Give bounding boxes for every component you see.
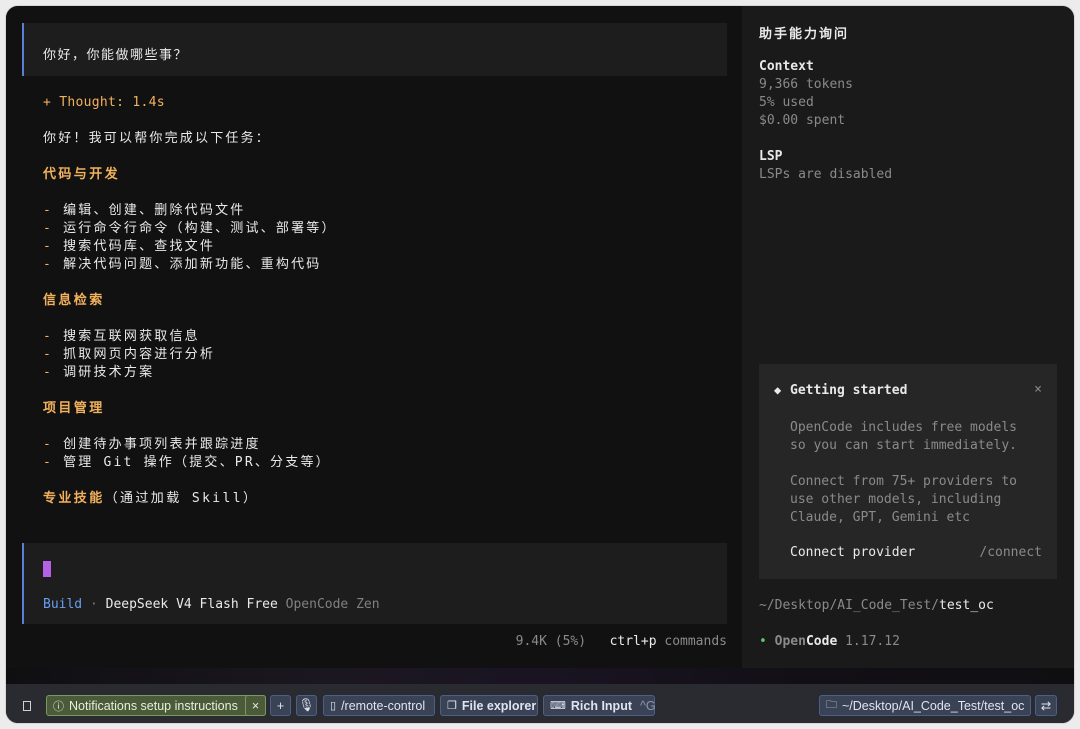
context-spent: $0.00 spent bbox=[759, 113, 846, 128]
connect-provider-button[interactable]: Connect provider bbox=[790, 545, 915, 560]
user-message: 你好，你能做哪些事？ bbox=[22, 23, 727, 76]
session-title: 助手能力询问 bbox=[759, 27, 850, 42]
background-strip bbox=[6, 668, 1074, 684]
list-item: - 搜索代码库、查找文件 bbox=[43, 239, 216, 254]
chat-panel: 你好，你能做哪些事？ + Thought: 1.4s 你好！我可以帮你完成以下任… bbox=[6, 6, 742, 668]
user-message-text: 你好，你能做哪些事？ bbox=[43, 48, 189, 63]
diamond-icon: ◆ bbox=[774, 383, 782, 397]
folder-icon: 🗀 bbox=[826, 699, 837, 711]
list-item: - 运行命令行命令（构建、测试、部署等） bbox=[43, 221, 337, 236]
bottom-toolbar: ⓘ Notifications setup instructions × + 🎙… bbox=[6, 684, 1074, 723]
notification-close-button[interactable]: × bbox=[245, 695, 266, 716]
token-usage: 9.4K (5%) bbox=[515, 634, 587, 649]
card-text: Claude, GPT, Gemini etc bbox=[790, 510, 971, 525]
status-line: 9.4K (5%) ctrl+p commands bbox=[516, 634, 727, 649]
card-text: Connect from 75+ providers to bbox=[790, 474, 1017, 489]
file-explorer-button[interactable]: ❐ File explorer bbox=[440, 695, 538, 716]
list-item: - 管理 Git 操作（提交、PR、分支等） bbox=[43, 455, 331, 470]
files-icon: ❐ bbox=[447, 700, 457, 712]
rich-input-button[interactable]: ⌨ Rich Input ^G bbox=[543, 695, 656, 716]
microphone-button[interactable]: 🎙 bbox=[296, 695, 317, 716]
close-icon[interactable]: × bbox=[1034, 382, 1042, 397]
card-text: use other models, including bbox=[790, 492, 1002, 507]
agent-mode[interactable]: Build bbox=[43, 597, 82, 612]
session-sidebar: 助手能力询问 Context 9,366 tokens 5% used $0.0… bbox=[742, 6, 1074, 668]
text-cursor bbox=[43, 561, 51, 577]
close-icon: × bbox=[251, 698, 260, 713]
remote-control-button[interactable]: ▯ /remote-control bbox=[323, 695, 435, 716]
list-item: - 解决代码问题、添加新功能、重构代码 bbox=[43, 257, 322, 272]
model-name[interactable]: DeepSeek V4 Flash Free bbox=[106, 597, 278, 612]
notifications-setup-button[interactable]: ⓘ Notifications setup instructions bbox=[46, 695, 266, 716]
context-used: 5% used bbox=[759, 95, 814, 110]
microphone-icon: 🎙 bbox=[298, 698, 315, 712]
phone-icon: ▯ bbox=[330, 700, 337, 712]
list-item: - 调研技术方案 bbox=[43, 365, 155, 380]
reply-intro: 你好！我可以帮你完成以下任务： bbox=[43, 131, 272, 146]
section-heading-code: 代码与开发 bbox=[43, 167, 121, 182]
info-icon: ⓘ bbox=[53, 700, 64, 713]
connect-command: /connect bbox=[979, 545, 1042, 560]
app-version: • OpenCode 1.17.12 bbox=[759, 634, 900, 649]
getting-started-title: Getting started bbox=[790, 383, 908, 398]
list-item: - 搜索互联网获取信息 bbox=[43, 329, 200, 344]
section-heading-skills: 专业技能（通过加载 Skill） bbox=[43, 491, 259, 506]
card-text: OpenCode includes free models bbox=[790, 420, 1017, 435]
section-heading-search: 信息检索 bbox=[43, 293, 105, 308]
input-icon: ⌨ bbox=[550, 700, 566, 712]
add-button[interactable]: + bbox=[270, 695, 291, 716]
shortcut-label: commands bbox=[664, 634, 727, 649]
model-selector[interactable]: Build · DeepSeek V4 Flash Free OpenCode … bbox=[43, 597, 380, 612]
list-item: - 创建待办事项列表并跟踪进度 bbox=[43, 437, 261, 452]
panel-toggle-icon[interactable] bbox=[23, 701, 31, 711]
status-dot-icon: • bbox=[759, 634, 767, 649]
cwd-button[interactable]: 🗀 ~/Desktop/AI_Code_Test/test_oc bbox=[819, 695, 1031, 716]
lsp-status: LSPs are disabled bbox=[759, 167, 893, 182]
working-directory: ~/Desktop/AI_Code_Test/test_oc bbox=[759, 598, 994, 613]
context-heading: Context bbox=[759, 59, 814, 74]
lsp-heading: LSP bbox=[759, 149, 783, 164]
prompt-input[interactable]: Build · DeepSeek V4 Flash Free OpenCode … bbox=[22, 543, 727, 624]
list-item: - 编辑、创建、删除代码文件 bbox=[43, 203, 246, 218]
terminal-window: 你好，你能做哪些事？ + Thought: 1.4s 你好！我可以帮你完成以下任… bbox=[6, 6, 1074, 723]
getting-started-card: ◆ Getting started × OpenCode includes fr… bbox=[759, 364, 1057, 579]
section-heading-project: 项目管理 bbox=[43, 401, 105, 416]
plus-icon: + bbox=[276, 698, 285, 713]
swap-icon: ⇄ bbox=[1040, 699, 1052, 713]
shortcut-key: ctrl+p bbox=[609, 634, 657, 649]
provider-name: OpenCode Zen bbox=[285, 597, 380, 612]
list-item: - 抓取网页内容进行分析 bbox=[43, 347, 216, 362]
swap-button[interactable]: ⇄ bbox=[1035, 695, 1057, 716]
context-tokens: 9,366 tokens bbox=[759, 77, 853, 92]
rich-input-shortcut: ^G bbox=[640, 698, 656, 713]
thought-toggle[interactable]: + Thought: 1.4s bbox=[43, 94, 165, 112]
card-text: so you can start immediately. bbox=[790, 438, 1017, 453]
